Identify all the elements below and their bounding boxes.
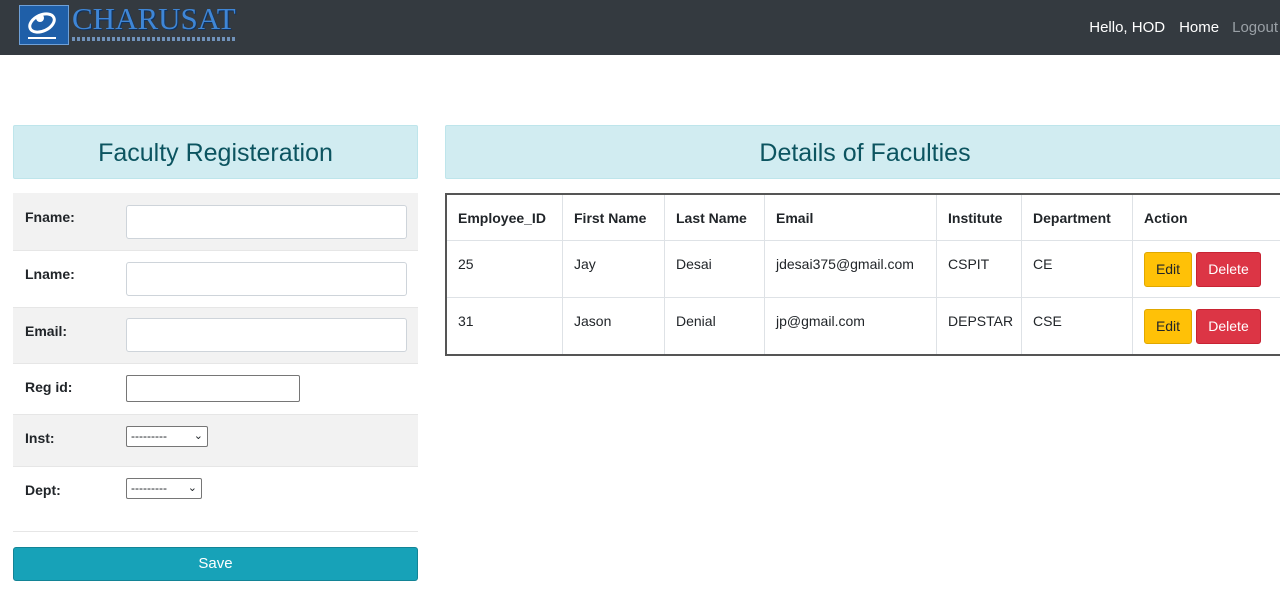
column-header: Email (765, 195, 937, 240)
last-name-cell: Desai (665, 241, 765, 297)
user-greeting: Hello, HOD (1089, 18, 1166, 36)
inst-select[interactable]: --------- ⌄ (126, 426, 208, 447)
charusat-logo[interactable]: CHARUSAT (19, 1, 237, 46)
nav-logout-link[interactable]: Logout (1232, 19, 1278, 36)
form-row-lname: Lname: (13, 250, 418, 307)
action-cell: Edit Delete (1133, 298, 1280, 354)
table-header-row: Employee_ID First Name Last Name Email I… (447, 195, 1280, 240)
regid-input[interactable] (126, 375, 300, 402)
first-name-cell: Jay (563, 241, 665, 297)
delete-button[interactable]: Delete (1196, 252, 1261, 287)
form-row-email: Email: (13, 307, 418, 363)
fname-label: Fname: (25, 209, 75, 225)
first-name-cell: Jason (563, 298, 665, 354)
logo-tagline (72, 37, 236, 41)
column-header: Last Name (665, 195, 765, 240)
registration-title: Faculty Registeration (98, 139, 333, 167)
form-row-fname: Fname: (13, 193, 418, 250)
email-label: Email: (25, 323, 68, 339)
email-cell: jdesai375@gmail.com (765, 241, 937, 297)
email-cell: jp@gmail.com (765, 298, 937, 354)
form-divider (13, 531, 418, 532)
column-header: Action (1144, 210, 1188, 226)
nav-links: Hello, HOD Home Logout (1089, 17, 1280, 37)
dept-select-value: --------- (131, 481, 167, 495)
registration-title-box: Faculty Registeration (13, 125, 418, 179)
employee-id-cell: 31 (447, 298, 563, 354)
top-navbar: CHARUSAT Hello, HOD Home Logout (0, 0, 1280, 55)
faculty-table: Employee_ID First Name Last Name Email I… (445, 193, 1280, 356)
regid-label: Reg id: (25, 379, 73, 395)
details-title-box: Details of Faculties (445, 125, 1280, 179)
edit-button[interactable]: Edit (1144, 252, 1192, 287)
institute-cell: DEPSTAR (937, 298, 1022, 354)
details-title: Details of Faculties (759, 139, 971, 167)
column-header: Department (1022, 195, 1133, 240)
form-row-dept: Dept: --------- ⌄ (13, 466, 418, 531)
table-row: 25 Jay Desai jdesai375@gmail.com CSPIT C… (447, 240, 1280, 297)
column-header: Employee_ID (447, 195, 563, 240)
column-header: First Name (563, 195, 665, 240)
chevron-down-icon: ⌄ (187, 482, 197, 494)
logo-emblem-icon (19, 5, 69, 45)
dept-label: Dept: (25, 482, 61, 498)
column-header: Institute (937, 195, 1022, 240)
registration-form: Fname: Lname: Email: Reg id: Inst: -----… (13, 193, 418, 531)
department-cell: CE (1022, 241, 1133, 297)
save-button[interactable]: Save (13, 547, 418, 581)
email-input[interactable] (126, 318, 407, 352)
chevron-down-icon: ⌄ (193, 430, 203, 442)
lname-label: Lname: (25, 266, 75, 282)
fname-input[interactable] (126, 205, 407, 239)
action-cell: Edit Delete (1133, 241, 1280, 297)
delete-button[interactable]: Delete (1196, 309, 1261, 344)
table-row: 31 Jason Denial jp@gmail.com DEPSTAR CSE… (447, 297, 1280, 354)
nav-home-link[interactable]: Home (1179, 19, 1219, 36)
department-cell: CSE (1022, 298, 1133, 354)
last-name-cell: Denial (665, 298, 765, 354)
edit-button[interactable]: Edit (1144, 309, 1192, 344)
form-row-regid: Reg id: (13, 363, 418, 414)
inst-select-value: --------- (131, 429, 167, 443)
form-row-inst: Inst: --------- ⌄ (13, 414, 418, 466)
institute-cell: CSPIT (937, 241, 1022, 297)
employee-id-cell: 25 (447, 241, 563, 297)
dept-select[interactable]: --------- ⌄ (126, 478, 202, 499)
lname-input[interactable] (126, 262, 407, 296)
inst-label: Inst: (25, 430, 55, 446)
logo-wordmark: CHARUSAT (72, 1, 236, 36)
